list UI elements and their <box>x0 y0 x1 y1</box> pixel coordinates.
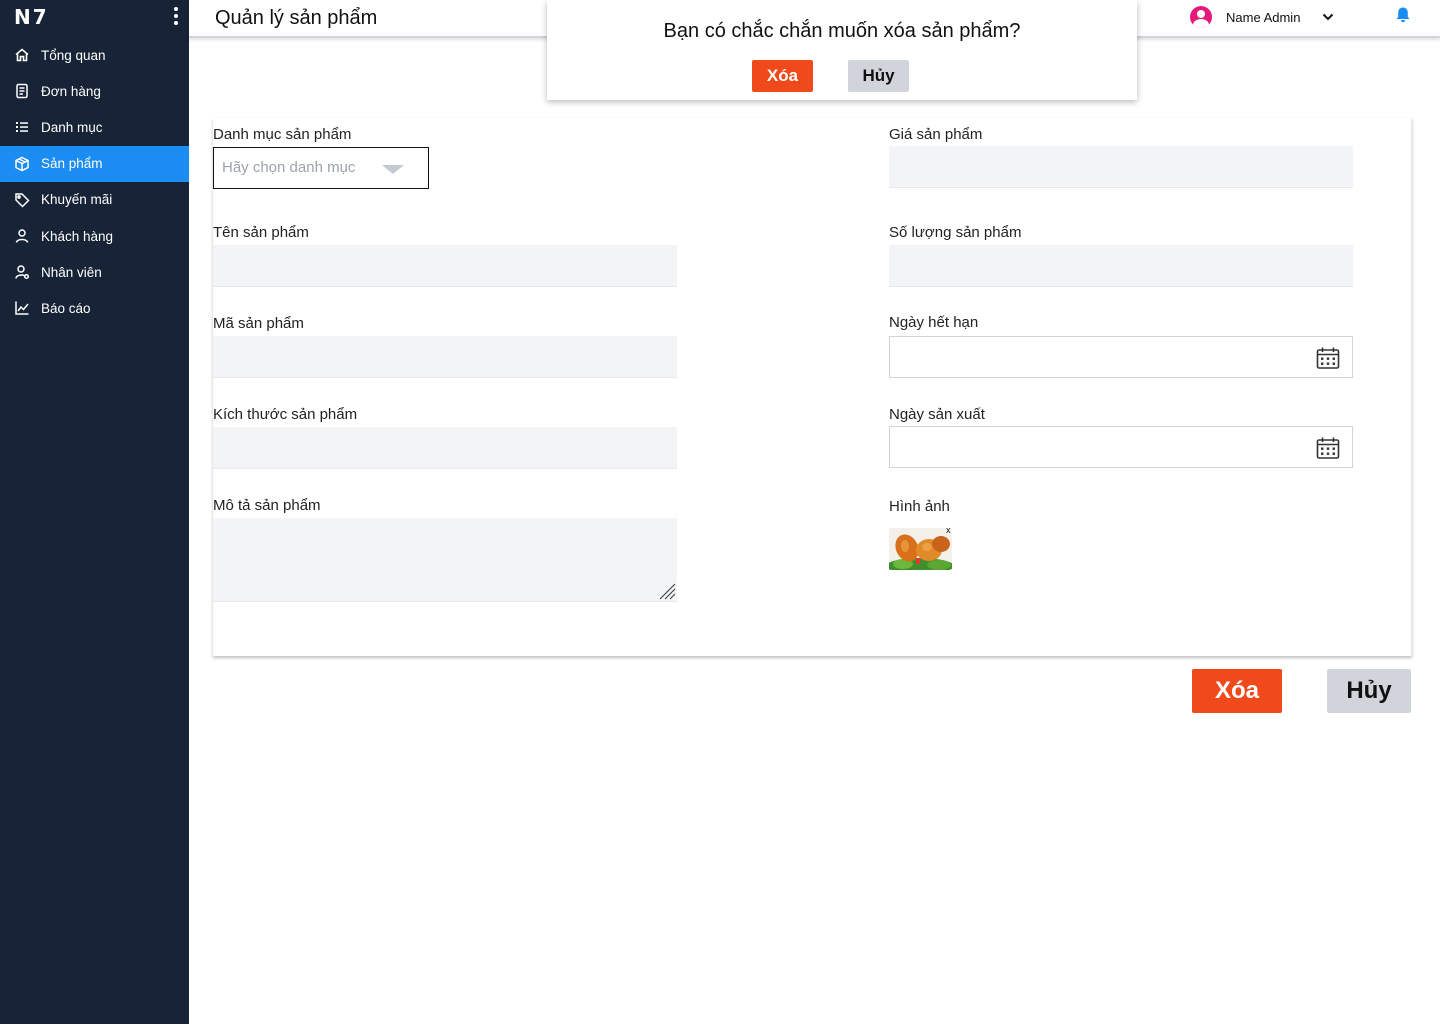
avatar[interactable] <box>1190 6 1212 28</box>
dialog-message: Bạn có chắc chắn muốn xóa sản phẩm? <box>663 20 1021 42</box>
sidebar-item-products[interactable]: Sản phẩm <box>0 145 189 182</box>
product-size-label: Kích thước sản phẩm <box>213 406 358 423</box>
chevron-down-icon[interactable] <box>1321 10 1335 24</box>
chart-icon <box>14 300 30 316</box>
sidebar-item-promotions[interactable]: Khuyến mãi <box>0 182 189 218</box>
dialog-cancel-button[interactable]: Hủy <box>848 60 909 92</box>
expiry-date-input[interactable] <box>889 336 1353 378</box>
delete-button[interactable]: Xóa <box>1192 669 1282 713</box>
staff-icon <box>14 264 30 280</box>
manufacture-date-input[interactable] <box>889 426 1353 468</box>
product-image-thumbnail[interactable] <box>889 528 952 570</box>
caret-down-icon <box>382 165 404 174</box>
user-icon <box>14 228 30 244</box>
calendar-icon[interactable] <box>1316 346 1340 370</box>
sidebar-item-label: Khuyến mãi <box>41 192 113 208</box>
sidebar-item-label: Nhân viên <box>41 264 102 280</box>
sidebar-item-overview[interactable]: Tổng quan <box>0 37 189 73</box>
category-placeholder: Hãy chọn danh mục <box>222 159 356 176</box>
box-icon <box>14 156 30 172</box>
product-name-label: Tên sản phẩm <box>213 224 309 241</box>
product-code-input[interactable] <box>213 336 677 378</box>
sidebar-item-reports[interactable]: Báo cáo <box>0 290 189 326</box>
sidebar-item-staff[interactable]: Nhân viên <box>0 254 189 290</box>
sidebar-item-label: Sản phẩm <box>41 156 103 172</box>
price-input[interactable] <box>889 146 1353 188</box>
confirm-delete-dialog: Bạn có chắc chắn muốn xóa sản phẩm? Xóa … <box>547 0 1137 100</box>
sidebar-item-label: Tổng quan <box>41 47 106 63</box>
quantity-label: Số lượng sản phẩm <box>889 224 1022 241</box>
manufacture-date-label: Ngày sản xuất <box>889 406 985 423</box>
sidebar-item-categories[interactable]: Danh mục <box>0 109 189 145</box>
sidebar-nav: Tổng quan Đơn hàng Danh mục Sản phẩm Khu… <box>0 37 189 327</box>
cancel-button[interactable]: Hủy <box>1327 669 1411 713</box>
remove-image-icon[interactable]: x <box>946 526 951 535</box>
calendar-icon[interactable] <box>1316 436 1340 460</box>
receipt-icon <box>14 83 30 99</box>
category-label: Danh mục sản phẩm <box>213 126 352 143</box>
sidebar-item-label: Đơn hàng <box>41 83 101 99</box>
dialog-delete-button[interactable]: Xóa <box>752 60 813 92</box>
product-description-label: Mô tả sản phẩm <box>213 497 321 514</box>
product-code-label: Mã sản phẩm <box>213 315 304 332</box>
image-label: Hình ảnh <box>889 498 950 515</box>
sidebar: N7 Tổng quan Đơn hàng Danh mục Sản phẩm <box>0 0 189 1024</box>
tag-icon <box>14 192 30 208</box>
product-name-input[interactable] <box>213 245 677 287</box>
page-title: Quản lý sản phẩm <box>215 7 378 29</box>
resize-handle-icon[interactable] <box>656 580 676 600</box>
sidebar-item-label: Khách hàng <box>41 228 114 244</box>
user-name[interactable]: Name Admin <box>1226 10 1300 25</box>
brand-logo: N7 <box>14 5 49 29</box>
home-icon <box>14 47 30 63</box>
bell-icon[interactable] <box>1394 6 1412 24</box>
product-size-input[interactable] <box>213 427 677 469</box>
more-vertical-icon[interactable] <box>170 7 182 25</box>
category-select[interactable]: Hãy chọn danh mục <box>213 147 429 189</box>
list-icon <box>14 119 30 135</box>
expiry-date-label: Ngày hết hạn <box>889 314 979 331</box>
sidebar-item-orders[interactable]: Đơn hàng <box>0 73 189 109</box>
sidebar-item-customers[interactable]: Khách hàng <box>0 218 189 254</box>
sidebar-item-label: Báo cáo <box>41 300 91 316</box>
sidebar-item-label: Danh mục <box>41 119 103 135</box>
price-label: Giá sản phẩm <box>889 126 983 143</box>
quantity-input[interactable] <box>889 245 1353 287</box>
product-description-textarea[interactable] <box>213 518 677 602</box>
